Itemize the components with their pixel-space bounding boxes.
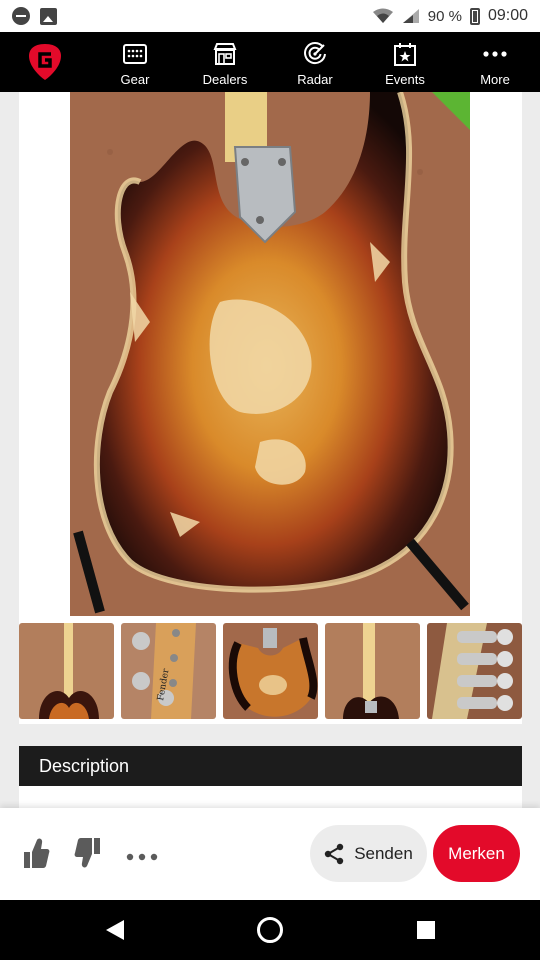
nav-label: Dealers: [202, 71, 248, 87]
nav-item-events[interactable]: Events: [360, 38, 450, 87]
share-label: Senden: [354, 843, 413, 863]
back-icon[interactable]: [104, 918, 126, 947]
share-icon: [324, 843, 344, 864]
nav-label: More: [480, 71, 510, 87]
wifi-icon: [372, 8, 393, 23]
do-not-disturb-icon: [12, 7, 30, 25]
thumbnail-2[interactable]: Fender: [121, 623, 216, 719]
share-button[interactable]: Senden: [310, 825, 427, 882]
thumbnail-5[interactable]: [427, 623, 522, 719]
battery-icon: [469, 7, 480, 25]
nav-item-gear[interactable]: Gear: [90, 38, 180, 87]
nav-label: Gear: [120, 71, 150, 87]
image-notification-icon: [40, 7, 57, 25]
nav-item-dealers[interactable]: Dealers: [180, 38, 270, 87]
save-button[interactable]: Merken: [433, 825, 520, 882]
thumbs-up-icon[interactable]: [22, 836, 50, 875]
photo-gallery-card: Fender: [19, 92, 522, 724]
status-bar: 90 % 09:00: [0, 0, 540, 32]
store-icon: [213, 42, 237, 66]
description-text: For sale is an extremely original 1974 F…: [19, 786, 522, 808]
description-card: Description For sale is an extremely ori…: [19, 746, 522, 808]
thumbnail-3[interactable]: [223, 623, 318, 719]
battery-percent: 90 %: [427, 7, 462, 25]
nav-label: Events: [385, 71, 425, 87]
bottom-action-bar: Senden Merken: [0, 808, 540, 900]
thumbnail-1[interactable]: [19, 623, 114, 719]
clock: 09:00: [487, 7, 528, 24]
radar-icon: [303, 41, 327, 66]
thumbs-down-icon[interactable]: [74, 836, 102, 875]
nav-item-radar[interactable]: Radar: [270, 38, 360, 87]
thumbnail-4[interactable]: [325, 623, 420, 719]
gear-grid-icon: [123, 42, 147, 66]
listing-content[interactable]: Fender Description For sale is an extrem…: [0, 92, 540, 808]
nav-item-more[interactable]: More: [450, 38, 540, 87]
status-corner-badge: [432, 92, 470, 130]
main-listing-photo[interactable]: [70, 92, 470, 616]
thumbnail-strip: Fender: [19, 623, 522, 719]
app-nav-bar: Gear Dealers Radar Events More: [0, 32, 540, 92]
calendar-star-icon: [394, 42, 416, 66]
guitar-pick-logo-icon: [29, 44, 61, 80]
system-navigation-bar: [0, 900, 540, 960]
bass-guitar-photo: [70, 92, 470, 616]
signal-icon: [402, 9, 419, 23]
more-dots-icon: [483, 42, 507, 66]
nav-label: Radar: [297, 71, 333, 87]
home-icon[interactable]: [256, 916, 284, 949]
more-options-icon[interactable]: [126, 848, 158, 866]
description-heading: Description: [19, 746, 522, 786]
recents-icon[interactable]: [416, 920, 436, 945]
app-logo[interactable]: [0, 42, 90, 82]
